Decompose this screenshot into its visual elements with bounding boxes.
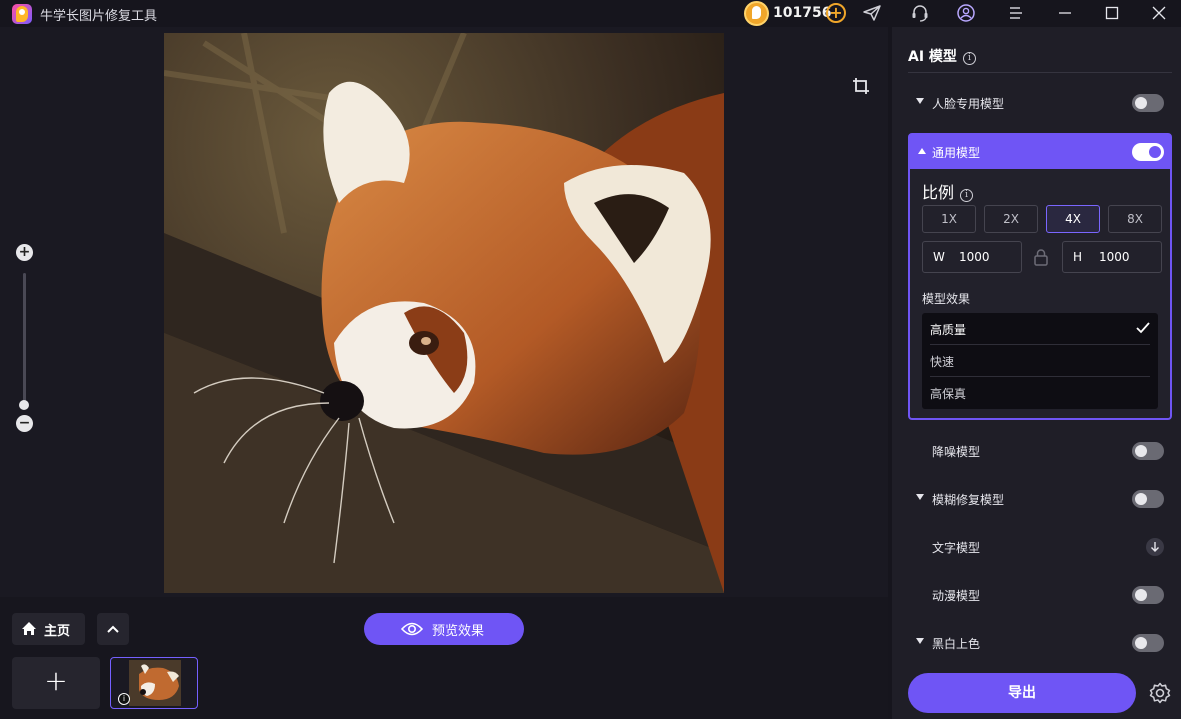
close-icon[interactable]: [1149, 4, 1169, 22]
width-key: W: [933, 250, 945, 264]
caret-down-icon: [916, 638, 924, 644]
model-label-face: 人脸专用模型: [932, 97, 1005, 111]
model-label-denoise: 降噪模型: [932, 445, 981, 459]
chevron-up-icon: [107, 625, 119, 633]
height-field[interactable]: H 1000: [1062, 241, 1162, 273]
ratio-option-1x[interactable]: 1X: [922, 205, 976, 233]
model-row-face[interactable]: 人脸专用模型: [908, 86, 1172, 120]
send-icon[interactable]: [862, 4, 882, 22]
crop-icon[interactable]: [852, 77, 870, 95]
effect-option-high-quality[interactable]: 高质量: [930, 313, 1150, 345]
app-title: 牛学长图片修复工具: [40, 9, 158, 24]
image-thumbnail[interactable]: i: [110, 657, 198, 709]
maximize-icon[interactable]: [1102, 4, 1122, 22]
home-icon: [22, 622, 36, 635]
general-model-card: 通用模型 比例 i 1X 2X 4X 8X W 1000 H 1000 模型效果 …: [908, 133, 1172, 420]
toggle-colorize[interactable]: [1132, 634, 1164, 652]
menu-icon[interactable]: [1006, 4, 1026, 22]
gear-icon[interactable]: [1148, 681, 1172, 705]
title-bar: 牛学长图片修复工具 101756 +: [0, 0, 1181, 27]
headset-icon[interactable]: [910, 4, 930, 22]
minimize-icon[interactable]: [1055, 4, 1075, 22]
check-icon: [1136, 322, 1150, 334]
bottom-bar: 主页 预览效果 + i: [0, 597, 888, 719]
width-field[interactable]: W 1000: [922, 241, 1022, 273]
ratio-option-4x[interactable]: 4X: [1046, 205, 1100, 233]
model-label-anime: 动漫模型: [932, 589, 981, 603]
toggle-general[interactable]: [1132, 143, 1164, 161]
info-icon[interactable]: i: [962, 52, 976, 65]
zoom-slider-track[interactable]: [23, 273, 26, 403]
ai-model-panel: AI 模型 i 人脸专用模型 通用模型 比例 i 1X 2X 4X 8X W 100…: [892, 27, 1181, 719]
ratio-info-icon[interactable]: i: [960, 189, 974, 202]
height-value: 1000: [1099, 250, 1130, 264]
width-value: 1000: [959, 250, 990, 264]
model-label-colorize: 黑白上色: [932, 637, 981, 651]
model-row-colorize[interactable]: 黑白上色: [908, 626, 1172, 660]
model-row-denoise[interactable]: 降噪模型: [908, 434, 1172, 468]
effect-option-label: 快速: [930, 355, 955, 369]
model-row-text[interactable]: 文字模型: [908, 530, 1172, 564]
export-button[interactable]: 导出: [908, 673, 1136, 713]
model-label-deblur: 模糊修复模型: [932, 493, 1005, 507]
effect-option-label: 高质量: [930, 323, 967, 337]
height-key: H: [1073, 250, 1083, 264]
ratio-title: 比例 i: [922, 179, 974, 203]
ratio-title-text: 比例: [922, 183, 955, 202]
lock-icon[interactable]: [1031, 247, 1051, 267]
add-image-button[interactable]: +: [12, 657, 100, 709]
eye-icon: [401, 622, 423, 636]
caret-up-icon: [918, 148, 926, 154]
effect-option-high-fidelity[interactable]: 高保真: [930, 377, 1150, 409]
effect-title: 模型效果: [922, 292, 971, 306]
toggle-deblur[interactable]: [1132, 490, 1164, 508]
panel-title-text: AI 模型: [908, 49, 957, 65]
app-logo: [12, 4, 32, 24]
effect-option-label: 高保真: [930, 387, 967, 401]
model-row-deblur[interactable]: 模糊修复模型: [908, 482, 1172, 516]
ratio-option-2x[interactable]: 2X: [984, 205, 1038, 233]
home-label: 主页: [44, 624, 71, 639]
coin-icon: [744, 1, 769, 26]
caret-down-icon: [916, 494, 924, 500]
caret-down-icon: [916, 98, 924, 104]
thumbnail-image: [129, 660, 181, 706]
zoom-in-icon[interactable]: +: [16, 244, 33, 261]
add-credits-button[interactable]: +: [826, 3, 846, 23]
preview-button[interactable]: 预览效果: [364, 613, 524, 645]
panel-divider: [908, 72, 1172, 73]
toggle-denoise[interactable]: [1132, 442, 1164, 460]
general-model-header[interactable]: 通用模型: [910, 135, 1170, 169]
ratio-option-8x[interactable]: 8X: [1108, 205, 1162, 233]
preview-label: 预览效果: [432, 624, 485, 639]
preview-image: [164, 33, 724, 593]
panel-title: AI 模型 i: [908, 46, 976, 66]
effect-list: 高质量 快速 高保真: [922, 313, 1158, 409]
toggle-anime[interactable]: [1132, 586, 1164, 604]
thumbnail-info-icon[interactable]: i: [118, 693, 130, 705]
effect-option-fast[interactable]: 快速: [930, 345, 1150, 377]
collapse-up-button[interactable]: [97, 613, 129, 645]
download-icon[interactable]: [1146, 538, 1164, 556]
model-label-general: 通用模型: [932, 146, 981, 160]
model-label-text: 文字模型: [932, 541, 981, 555]
toggle-face[interactable]: [1132, 94, 1164, 112]
zoom-out-icon[interactable]: −: [16, 415, 33, 432]
user-icon[interactable]: [956, 4, 976, 22]
model-row-anime[interactable]: 动漫模型: [908, 578, 1172, 612]
home-button[interactable]: 主页: [12, 613, 85, 645]
zoom-slider-handle[interactable]: [19, 400, 29, 410]
credits-count: 101756: [773, 5, 832, 21]
